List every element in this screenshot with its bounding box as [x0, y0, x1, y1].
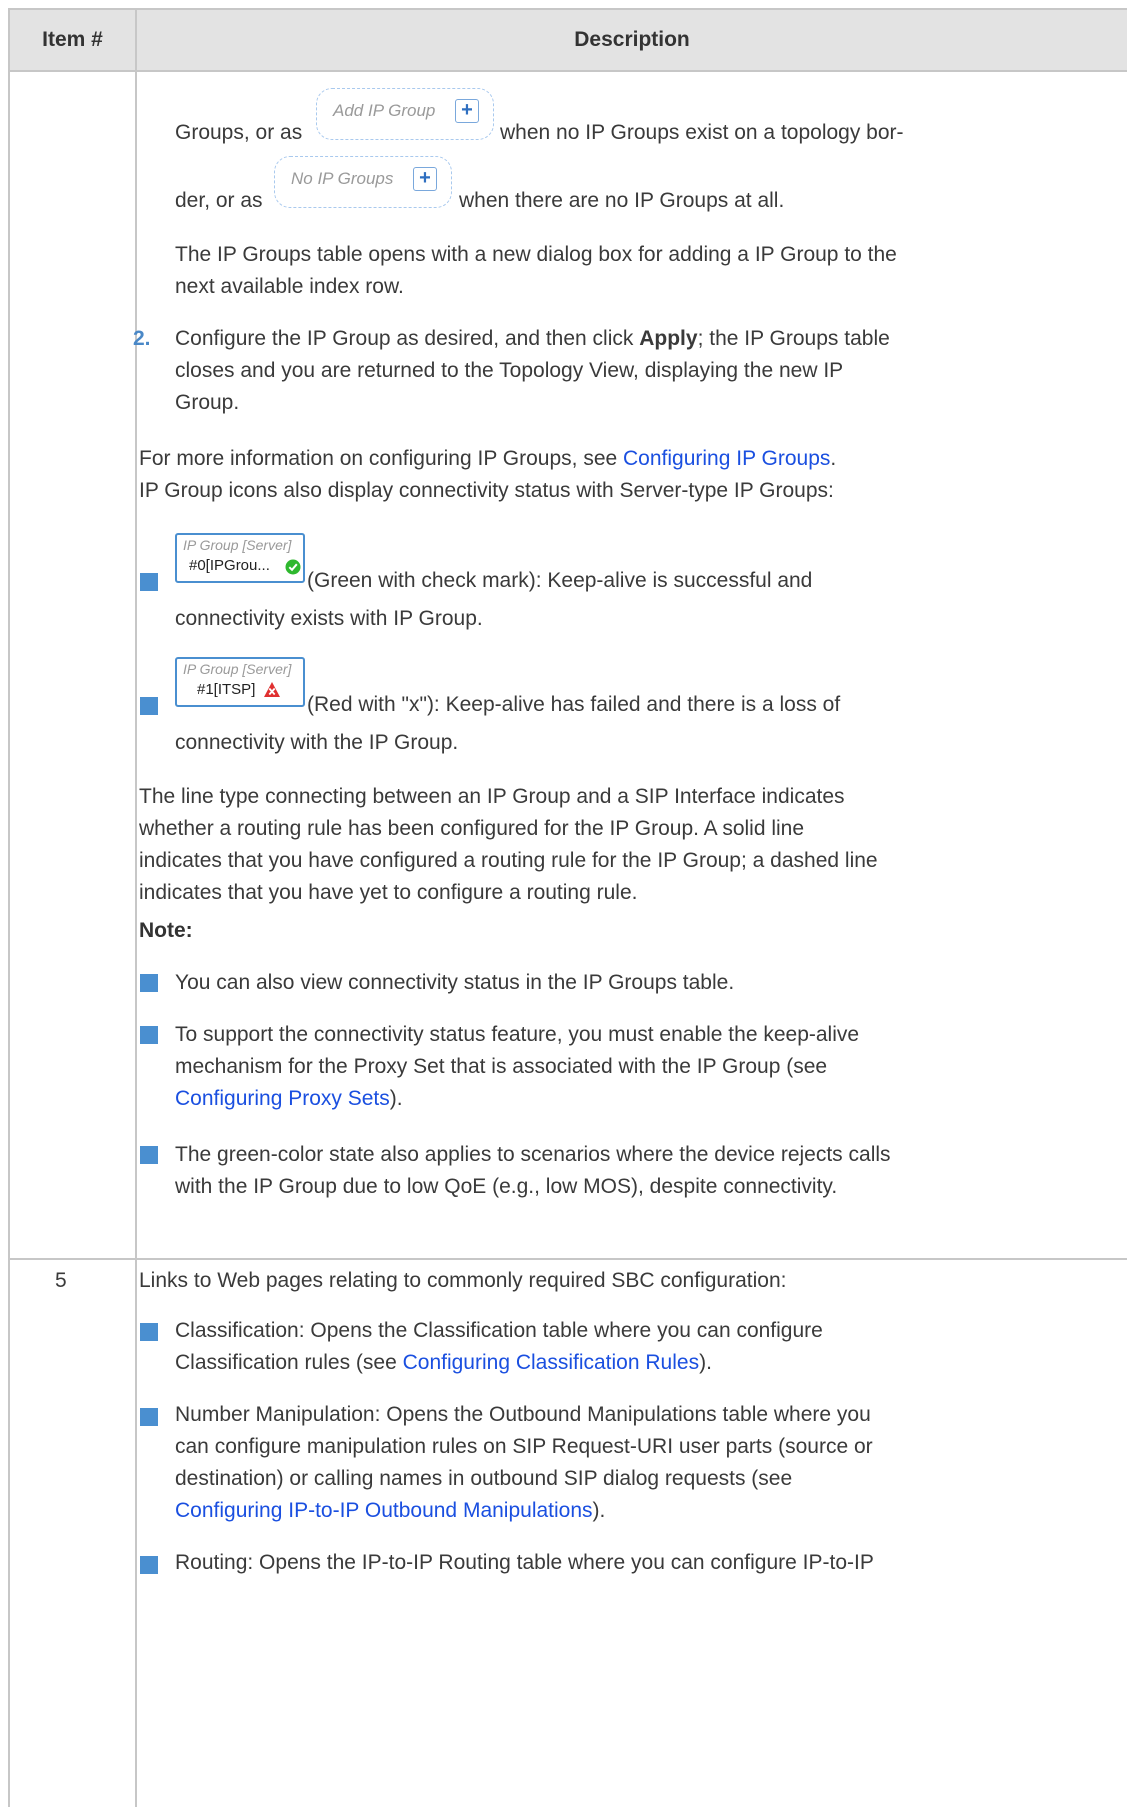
check-circle-icon [285, 559, 301, 575]
text-line: der, or as [175, 189, 263, 212]
list-item: Classification: Opens the Classification… [175, 1319, 823, 1342]
add-ip-group-label: Add IP Group [333, 101, 436, 120]
bullet [140, 1146, 158, 1164]
no-ip-groups-button[interactable]: No IP Groups + [274, 156, 452, 208]
text-line: when there are no IP Groups at all. [459, 189, 785, 212]
step-number: 2. [133, 327, 151, 350]
bullet [140, 1026, 158, 1044]
paragraph-line: The line type connecting between an IP G… [139, 785, 845, 808]
list-item: Number Manipulation: Opens the Outbound … [175, 1403, 871, 1426]
note-item: Configuring Proxy Sets). [175, 1087, 403, 1110]
text-line: (Green with check mark): Keep-alive is s… [307, 569, 813, 592]
text-line: when no IP Groups exist on a topology bo… [500, 121, 904, 144]
bullet [140, 1556, 158, 1574]
note-item: To support the connectivity status featu… [175, 1023, 860, 1046]
no-ip-groups-label: No IP Groups [291, 169, 394, 188]
bullet [140, 1408, 158, 1426]
configuring-ip-to-ip-outbound-manipulations-link[interactable]: Configuring IP-to-IP Outbound Manipulati… [175, 1499, 593, 1522]
list-item: destination) or calling names in outboun… [175, 1467, 793, 1490]
bullet [140, 1323, 158, 1341]
text-line: (Red with "x"): Keep-alive has failed an… [307, 693, 841, 716]
configuring-ip-groups-link[interactable]: Configuring IP Groups [623, 447, 830, 470]
warning-triangle-icon [264, 682, 280, 697]
plus-icon: + [413, 167, 437, 191]
paragraph-line: indicates that you have yet to configure… [139, 881, 638, 904]
list-item: Routing: Opens the IP-to-IP Routing tabl… [175, 1551, 874, 1574]
note-item: You can also view connectivity status in… [175, 971, 735, 994]
list-item: Configuring IP-to-IP Outbound Manipulati… [175, 1499, 606, 1522]
paragraph-line: indicates that you have configured a rou… [139, 849, 878, 872]
add-ip-group-button[interactable]: Add IP Group + [316, 88, 494, 140]
note-item: The green-color state also applies to sc… [175, 1143, 891, 1166]
row-divider [10, 1258, 1127, 1260]
ip-group-server-fail-icon: IP Group [Server] #1[ITSP] [175, 657, 305, 707]
text-line: connectivity with the IP Group. [175, 731, 459, 754]
header-description: Description [574, 28, 690, 51]
more-info-line: For more information on configuring IP G… [139, 447, 837, 470]
note-label: Note: [139, 919, 193, 942]
plus-icon: + [455, 99, 479, 123]
configuring-proxy-sets-link[interactable]: Configuring Proxy Sets [175, 1087, 390, 1110]
text-line: connectivity exists with IP Group. [175, 607, 483, 630]
row-intro: Links to Web pages relating to commonly … [139, 1269, 787, 1292]
step-line: Configure the IP Group as desired, and t… [175, 327, 890, 350]
step-line: Group. [175, 391, 240, 414]
note-item: with the IP Group due to low QoE (e.g., … [175, 1175, 838, 1198]
list-item: Classification rules (see Configuring Cl… [175, 1351, 712, 1374]
bullet [140, 573, 158, 591]
paragraph-line: The IP Groups table opens with a new dia… [175, 243, 897, 266]
step-line: closes and you are returned to the Topol… [175, 359, 844, 382]
text-line: Groups, or as [175, 121, 303, 144]
item-number: 5 [55, 1269, 67, 1292]
paragraph-line: next available index row. [175, 275, 404, 298]
note-item: mechanism for the Proxy Set that is asso… [175, 1055, 828, 1078]
table-header: Item # Description [10, 10, 1127, 72]
bullet [140, 974, 158, 992]
header-item-number: Item # [10, 10, 137, 70]
list-item: can configure manipulation rules on SIP … [175, 1435, 873, 1458]
paragraph-line: whether a routing rule has been configur… [139, 817, 805, 840]
bullet [140, 697, 158, 715]
configuring-classification-rules-link[interactable]: Configuring Classification Rules [403, 1351, 699, 1374]
ip-group-server-ok-icon: IP Group [Server] #0[IPGrou... [175, 533, 305, 583]
icons-intro: IP Group icons also display connectivity… [139, 479, 834, 502]
